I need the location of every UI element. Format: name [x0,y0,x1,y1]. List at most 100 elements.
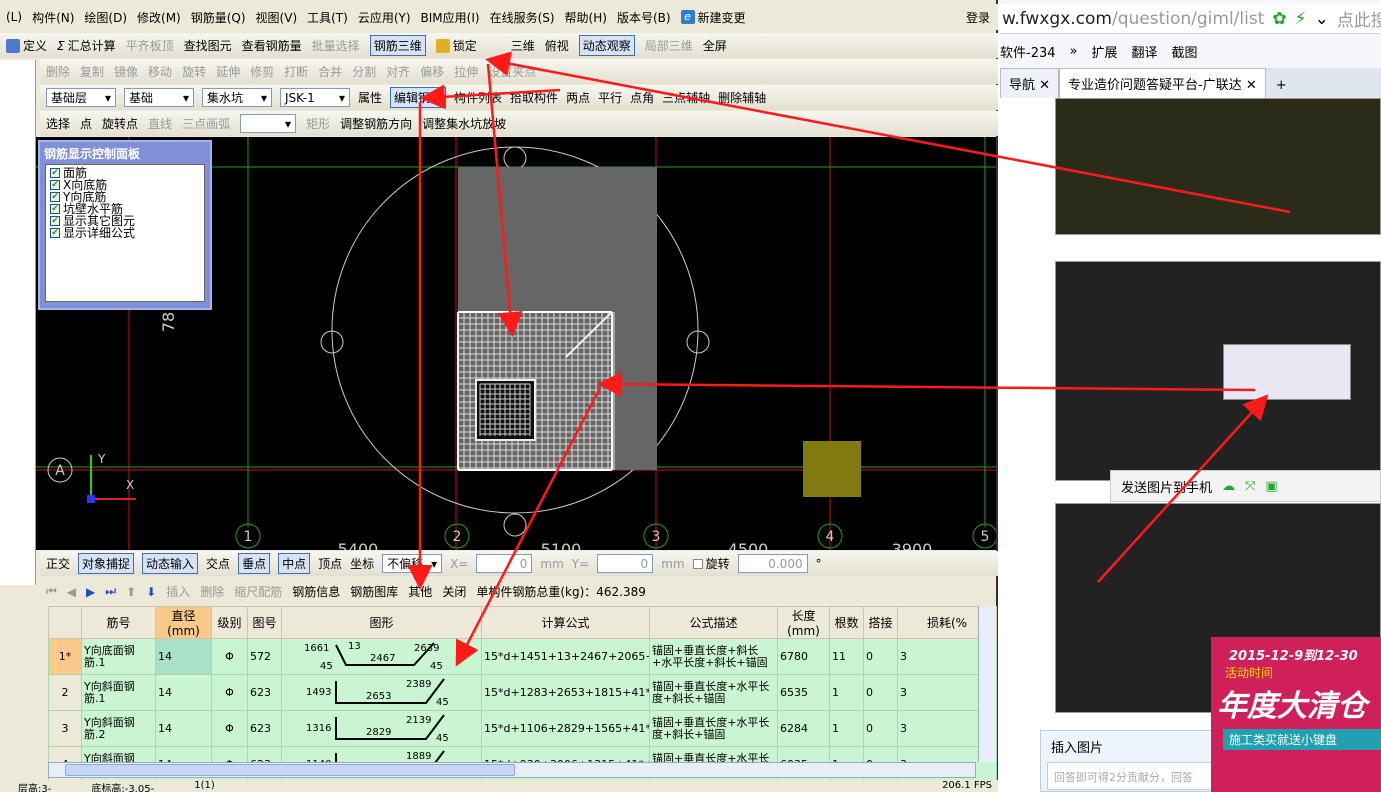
menu-modify[interactable]: 修改(M) [137,9,181,26]
column-header[interactable]: 根数 [829,606,864,639]
offset-select[interactable]: 不偏移 ▾ [382,554,443,573]
login-button[interactable]: 登录 [966,9,990,26]
top-view-button[interactable]: 俯视 [545,37,569,54]
column-header[interactable]: 图号 [247,606,282,639]
move-button[interactable]: 移动 [148,63,172,80]
translate-button[interactable]: 翻译 [1132,42,1158,61]
coordinate-button[interactable]: 坐标 [350,555,374,572]
rotate-angle-input[interactable]: 0.000 [737,554,808,573]
menu-cloud[interactable]: 云应用(Y) [358,9,411,26]
pick-component-button[interactable]: 拾取构件 [510,89,558,106]
new-tab-button[interactable]: + [1266,73,1297,98]
checkbox-checked-icon[interactable]: ✔ [50,192,60,202]
table-row[interactable]: 3 Y向斜面钢筋.2 14 Φ 623 1316 2829 2139 45 15*d+1106+2… [48,710,997,747]
rotate-point-button[interactable]: 旋转点 [102,115,138,132]
table-row[interactable]: 1* Y向底面钢筋.1 14 Φ 572 1661 13 2639 45 2467 45 15*d+1… [48,638,997,675]
send-to-phone-bar[interactable]: 发送图片到手机 ☁ ⤧ ▣ [1110,470,1381,502]
local-3d-button[interactable]: 局部三维 [645,37,693,54]
column-header[interactable]: 直径(mm) [155,606,212,639]
delete-button[interactable]: 删除 [46,63,70,80]
vertical-scrollbar[interactable] [978,606,996,762]
checkbox-checked-icon[interactable]: ✔ [50,204,60,214]
checkbox-checked-icon[interactable]: ✔ [50,228,60,238]
category-select[interactable]: 基础 ▾ [124,88,194,107]
insert-button[interactable]: 插入 [166,583,190,600]
define-button[interactable]: 定义 [6,37,47,54]
object-snap-button[interactable]: 对象捕捉 [78,553,135,574]
align-button[interactable]: 对齐 [386,63,410,80]
search-box[interactable]: 点此搜索 [1337,6,1381,31]
intersection-snap-button[interactable]: 交点 [206,555,230,572]
stretch-button[interactable]: 拉伸 [454,63,478,80]
perpendicular-snap-button[interactable]: 垂点 [238,553,271,574]
promo-banner[interactable]: 2015-12-9到12-30 活动时间 年度大清仓 施工类买就送小键盘 [1211,637,1381,792]
rectangle-button[interactable]: 矩形 [306,115,330,132]
insert-image-box[interactable]: 插入图片 回答即可得2分贡献分，回答 [1040,730,1220,792]
menu-bim[interactable]: BIM应用(I) [421,9,480,26]
column-header[interactable]: 长度(mm) [777,606,830,639]
3d-button[interactable]: 三维 [511,37,535,54]
point-angle-button[interactable]: 点角 [630,89,654,106]
fullscreen-button[interactable]: 全屏 [703,37,727,54]
last-record-button[interactable]: ⏭ [105,584,116,599]
menu-version[interactable]: 版本号(B) [617,9,671,26]
checkbox-checked-icon[interactable]: ✔ [50,180,60,190]
menu-component[interactable]: 构件(N) [32,9,74,26]
bookmark-item[interactable]: 软件-234 [1000,42,1056,61]
refresh-icon[interactable]: ✿ [1272,9,1286,29]
lock-button[interactable]: 锁定 [435,37,477,54]
column-header[interactable] [48,606,82,639]
edit-rebar-button[interactable]: 编辑钢筋 [390,87,447,108]
merge-button[interactable]: 合并 [318,63,342,80]
table-row[interactable]: 2 Y向斜面钢筋.1 14 Φ 623 1493 2653 2389 45 15*d+1283+2… [48,674,997,711]
expand-icon[interactable]: ⤧ [1245,479,1255,494]
midpoint-snap-button[interactable]: 中点 [278,553,311,574]
three-point-axis-button[interactable]: 三点辅轴 [662,89,710,106]
adjust-rebar-direction-button[interactable]: 调整钢筋方向 [340,115,412,132]
menu-rebar[interactable]: 钢筋量(Q) [191,9,246,26]
rebar-3d-button[interactable]: 钢筋三维 [369,35,426,56]
prev-record-button[interactable]: ◀ [67,585,76,599]
first-record-button[interactable]: ⏮ [46,584,57,599]
move-down-button[interactable]: ⬇ [146,585,156,599]
next-record-button[interactable]: ▶ [86,585,95,599]
move-up-button[interactable]: ⬆ [126,585,136,599]
close-button[interactable]: 关闭 [442,583,466,600]
parallel-axis-button[interactable]: 平行 [598,89,622,106]
menu-online[interactable]: 在线服务(S) [490,9,555,26]
address-bar[interactable]: w.fwxgx.com/question/giml/list ✿ ⚡ ⌄ 点此搜索 [1000,4,1381,34]
find-element-button[interactable]: 查找图元 [184,37,232,54]
batch-select-button[interactable]: 批量选择 [312,37,360,54]
extend-button[interactable]: 延伸 [216,63,240,80]
screenshot-thumbnail-2[interactable] [1055,261,1381,481]
x-input[interactable]: 0 [476,554,533,573]
line-button[interactable]: 直线 [148,115,172,132]
trim-button[interactable]: 修剪 [250,63,274,80]
tab-navigation[interactable]: 导航 ✕ [1000,68,1060,98]
adjust-pit-slope-button[interactable]: 调整集水坑放坡 [422,115,506,132]
ortho-button[interactable]: 正交 [46,555,70,572]
vertex-snap-button[interactable]: 顶点 [318,555,342,572]
dropdown-icon[interactable]: ⌄ [1315,9,1329,29]
split-button[interactable]: 分割 [352,63,376,80]
delete-row-button[interactable]: 删除 [200,583,224,600]
component-select[interactable]: JSK-1 ▾ [280,88,350,107]
view-rebar-qty-button[interactable]: 查看钢筋量 [242,37,302,54]
screenshot-button[interactable]: 截图 [1172,42,1198,61]
cloud-icon[interactable]: ☁ [1222,479,1235,494]
break-button[interactable]: 打断 [284,63,308,80]
copy-button[interactable]: 复制 [80,63,104,80]
column-header[interactable]: 图形 [281,606,482,639]
answer-input[interactable]: 回答即可得2分贡献分，回答 [1047,762,1213,790]
dynamic-input-button[interactable]: 动态输入 [142,553,199,574]
column-header[interactable]: 筋号 [81,606,156,639]
scroll-thumb[interactable] [65,764,515,776]
rotate-checkbox[interactable]: 旋转 [692,555,730,572]
column-header[interactable]: 公式描述 [649,606,778,639]
select-button[interactable]: 选择 [46,115,70,132]
floor-select[interactable]: 基础层 ▾ [46,88,116,107]
rebar-library-button[interactable]: 钢筋图库 [350,583,398,600]
horizontal-scrollbar[interactable] [48,762,976,778]
menu-l[interactable]: (L) [6,10,22,24]
checkbox-checked-icon[interactable]: ✔ [50,216,60,226]
